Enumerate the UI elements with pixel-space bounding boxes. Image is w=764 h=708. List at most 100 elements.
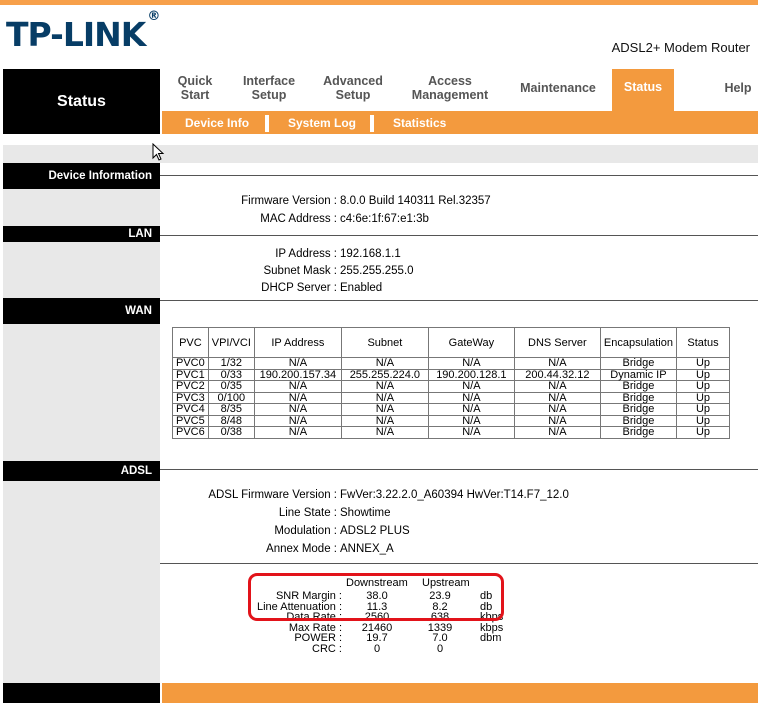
table-cell: 0/38 [207,426,255,439]
nav-access-management[interactable]: Access Management [405,74,495,102]
firmware-version-label: Firmware Version : [241,195,337,207]
dhcp-server-label: DHCP Server : [261,282,337,294]
table-row: PVC4 8/35 N/A N/A N/A N/A Bridge Up [172,403,730,416]
nav-section-title: Status [3,69,160,134]
table-cell: N/A [253,426,342,439]
table-cell: PVC0 [172,357,209,370]
table-cell: N/A [513,403,601,416]
modulation-label: Modulation : [274,525,337,537]
table-row: PVC2 0/35 N/A N/A N/A N/A Bridge Up [172,380,730,393]
table-cell: N/A [253,380,342,393]
col-header: Encapsulation [599,327,677,358]
adsl-firmware-label: ADSL Firmware Version : [208,489,337,501]
subtab-device-info[interactable]: Device Info [185,116,249,130]
table-cell: N/A [253,357,342,370]
lan-ip-value: 192.168.1.1 [340,248,401,260]
table-cell: Up [675,414,730,427]
subtab-separator [265,115,269,132]
table-row: PVC1 0/33 190.200.157.34 255.255.224.0 190.2… [172,368,730,381]
nav-status[interactable]: Status [612,69,674,111]
stat-unit: dbm [480,632,502,645]
section-wan: WAN [3,298,160,324]
nav-quick-start[interactable]: Quick Start [170,74,220,102]
tp-link-logo: TP-LINK ® [6,9,160,54]
wan-pvc-table: PVC VPI/VCI IP Address Subnet GateWay DN… [172,327,730,439]
section-adsl: ADSL [3,461,160,481]
table-cell: N/A [253,403,342,416]
nav-interface-setup[interactable]: Interface Setup [234,74,304,102]
footer-left [3,683,160,703]
table-cell: N/A [513,426,601,439]
annex-mode-value: ANNEX_A [340,543,394,555]
table-cell: 0/100 [207,391,255,404]
top-accent-line [0,0,758,5]
table-cell: N/A [340,357,429,370]
col-header: GateWay [427,327,515,358]
subtab-system-log[interactable]: System Log [288,116,356,130]
subtab-separator [370,115,374,132]
table-cell: 8/48 [207,414,255,427]
table-cell: Dynamic IP [599,368,677,381]
table-cell: 190.200.128.1 [427,368,515,381]
divider [160,175,758,176]
table-cell: Up [675,357,730,370]
divider [160,300,758,301]
table-cell: Bridge [599,414,677,427]
subnet-mask-label: Subnet Mask : [263,265,337,277]
table-cell: N/A [513,380,601,393]
table-cell: Up [675,368,730,381]
table-cell: Up [675,426,730,439]
annex-mode-label: Annex Mode : [266,543,337,555]
table-cell: Bridge [599,403,677,416]
table-cell: PVC6 [172,426,209,439]
table-cell: Bridge [599,426,677,439]
table-cell: PVC3 [172,391,209,404]
col-header: IP Address [253,327,342,358]
mouse-cursor-icon [152,143,165,161]
table-cell: 190.200.157.34 [253,368,342,381]
table-cell: Bridge [599,380,677,393]
table-cell: N/A [253,414,342,427]
nav-advanced-setup[interactable]: Advanced Setup [318,74,388,102]
nav-maintenance[interactable]: Maintenance [512,81,604,95]
lan-ip-label: IP Address : [275,248,337,260]
stat-downstream: 0 [373,643,381,655]
divider [160,563,758,564]
mac-address-value: c4:6e:1f:67:e1:3b [340,213,429,225]
table-cell: Bridge [599,357,677,370]
table-cell: N/A [253,391,342,404]
adsl-firmware-value: FwVer:3.22.2.0_A60394 HwVer:T14.F7_12.0 [340,489,569,501]
footer-bar [162,683,758,703]
table-cell: N/A [513,391,601,404]
table-cell: N/A [340,414,429,427]
table-cell: 0/35 [207,380,255,393]
table-cell: Bridge [599,391,677,404]
table-cell: N/A [427,357,515,370]
nav-help[interactable]: Help [718,81,758,95]
subnet-mask-value: 255.255.255.0 [340,265,414,277]
col-header: Subnet [340,327,429,358]
stat-upstream: 0 [436,643,444,655]
col-header: VPI/VCI [207,327,255,358]
table-cell: PVC2 [172,380,209,393]
divider [160,235,758,236]
subtab-statistics[interactable]: Statistics [393,116,446,130]
table-cell: PVC4 [172,403,209,416]
table-cell: N/A [513,414,601,427]
section-device-information: Device Information [3,163,160,189]
content-top-band [3,145,758,163]
table-row: PVC6 0/38 N/A N/A N/A N/A Bridge Up [172,426,730,439]
table-cell: 255.255.224.0 [340,368,429,381]
table-cell: N/A [427,426,515,439]
table-row: PVC3 0/100 N/A N/A N/A N/A Bridge Up [172,391,730,404]
table-cell: N/A [427,380,515,393]
col-header: Status [675,327,730,358]
modulation-value: ADSL2 PLUS [340,525,410,537]
product-name: ADSL2+ Modem Router [611,40,750,55]
highlight-annotation [248,573,504,621]
table-row: PVC5 8/48 N/A N/A N/A N/A Bridge Up [172,414,730,427]
table-row: PVC0 1/32 N/A N/A N/A N/A Bridge Up [172,357,730,370]
subnav-bar [162,111,758,134]
table-cell: N/A [427,403,515,416]
dhcp-server-value: Enabled [340,282,383,294]
